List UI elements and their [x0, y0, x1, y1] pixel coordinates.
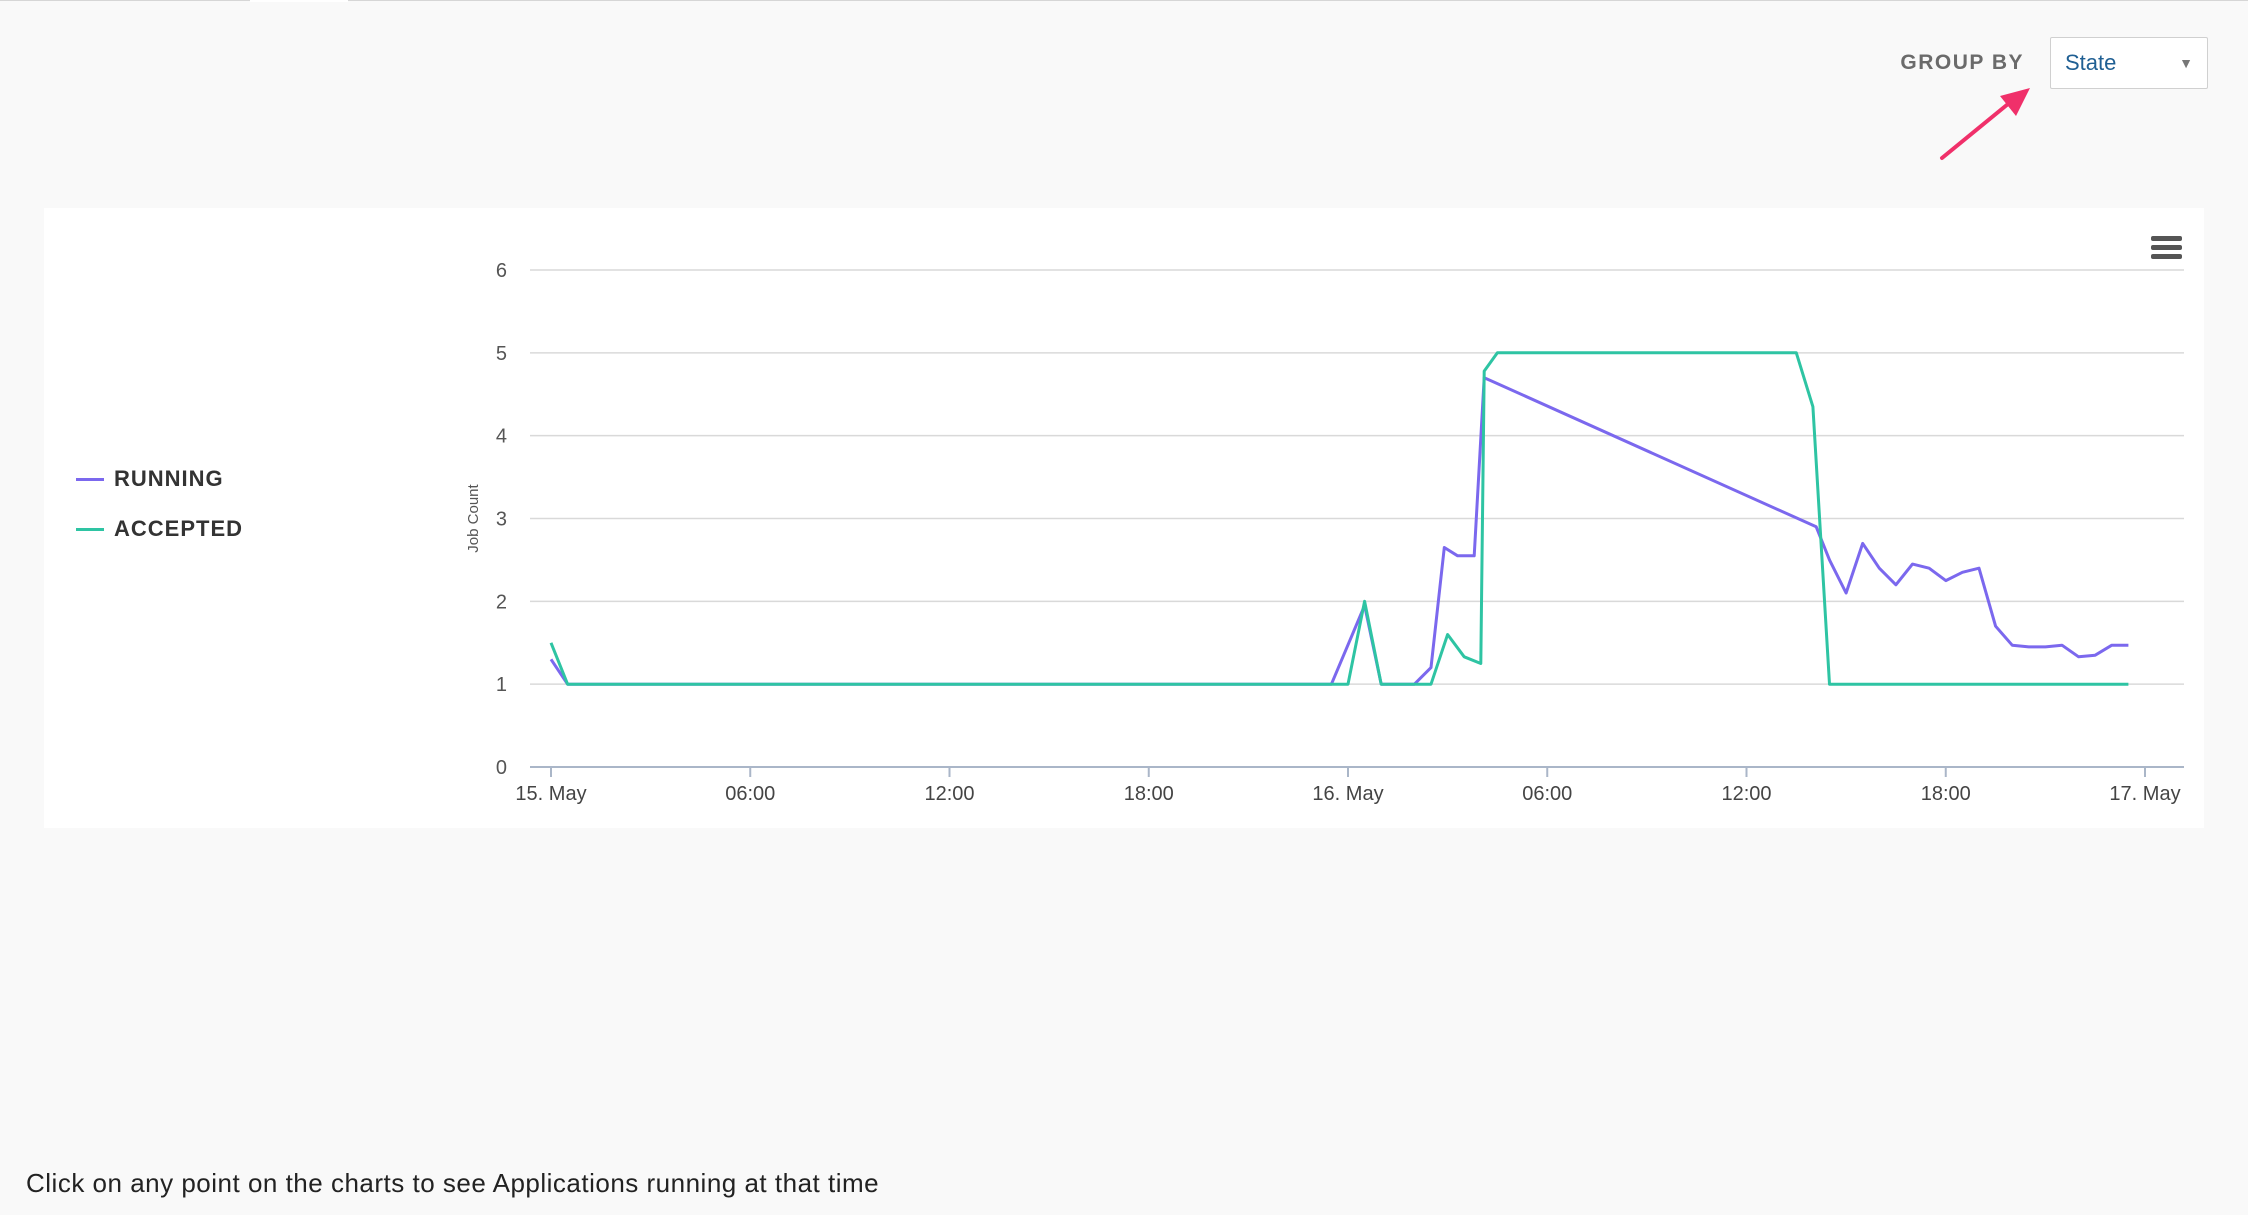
legend-item-accepted[interactable]: ACCEPTED — [76, 504, 243, 554]
chevron-down-icon: ▼ — [2179, 55, 2193, 71]
chart-legend: RUNNING ACCEPTED — [76, 454, 243, 554]
legend-label-accepted: ACCEPTED — [114, 516, 244, 541]
annotation-arrow-icon — [1940, 88, 2030, 160]
group-by-selected-value: State — [2065, 50, 2117, 75]
footer-hint: Click on any point on the charts to see … — [26, 1168, 880, 1198]
group-by-select[interactable]: State ▼ — [2050, 37, 2208, 89]
chart-panel — [44, 208, 2204, 828]
group-by-label: GROUP BY — [1900, 51, 2024, 74]
active-tab-indicator — [250, 0, 348, 2]
legend-swatch-accepted — [76, 527, 104, 531]
legend-item-running[interactable]: RUNNING — [76, 454, 243, 504]
chart-menu-icon[interactable] — [2151, 236, 2182, 260]
legend-swatch-running — [76, 477, 104, 481]
legend-label-running: RUNNING — [114, 466, 224, 491]
